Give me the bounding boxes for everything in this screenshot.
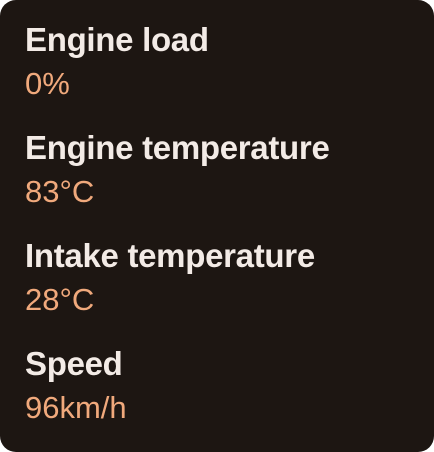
metric-value: 0% bbox=[25, 66, 70, 101]
metric-value: 28°C bbox=[25, 282, 95, 317]
metric-intake-temperature: Intake temperature 28°C bbox=[25, 234, 434, 322]
vehicle-metrics-card: Engine load 0% Engine temperature 83°C I… bbox=[0, 0, 434, 452]
metric-value: 96km/h bbox=[25, 390, 127, 425]
metric-label: Intake temperature bbox=[25, 237, 315, 274]
metric-engine-load: Engine load 0% bbox=[25, 18, 434, 106]
metric-label: Speed bbox=[25, 345, 123, 382]
metric-engine-temperature: Engine temperature 83°C bbox=[25, 126, 434, 214]
metric-value: 83°C bbox=[25, 174, 95, 209]
metric-speed: Speed 96km/h bbox=[25, 342, 434, 430]
metric-label: Engine temperature bbox=[25, 129, 330, 166]
metric-label: Engine load bbox=[25, 21, 209, 58]
